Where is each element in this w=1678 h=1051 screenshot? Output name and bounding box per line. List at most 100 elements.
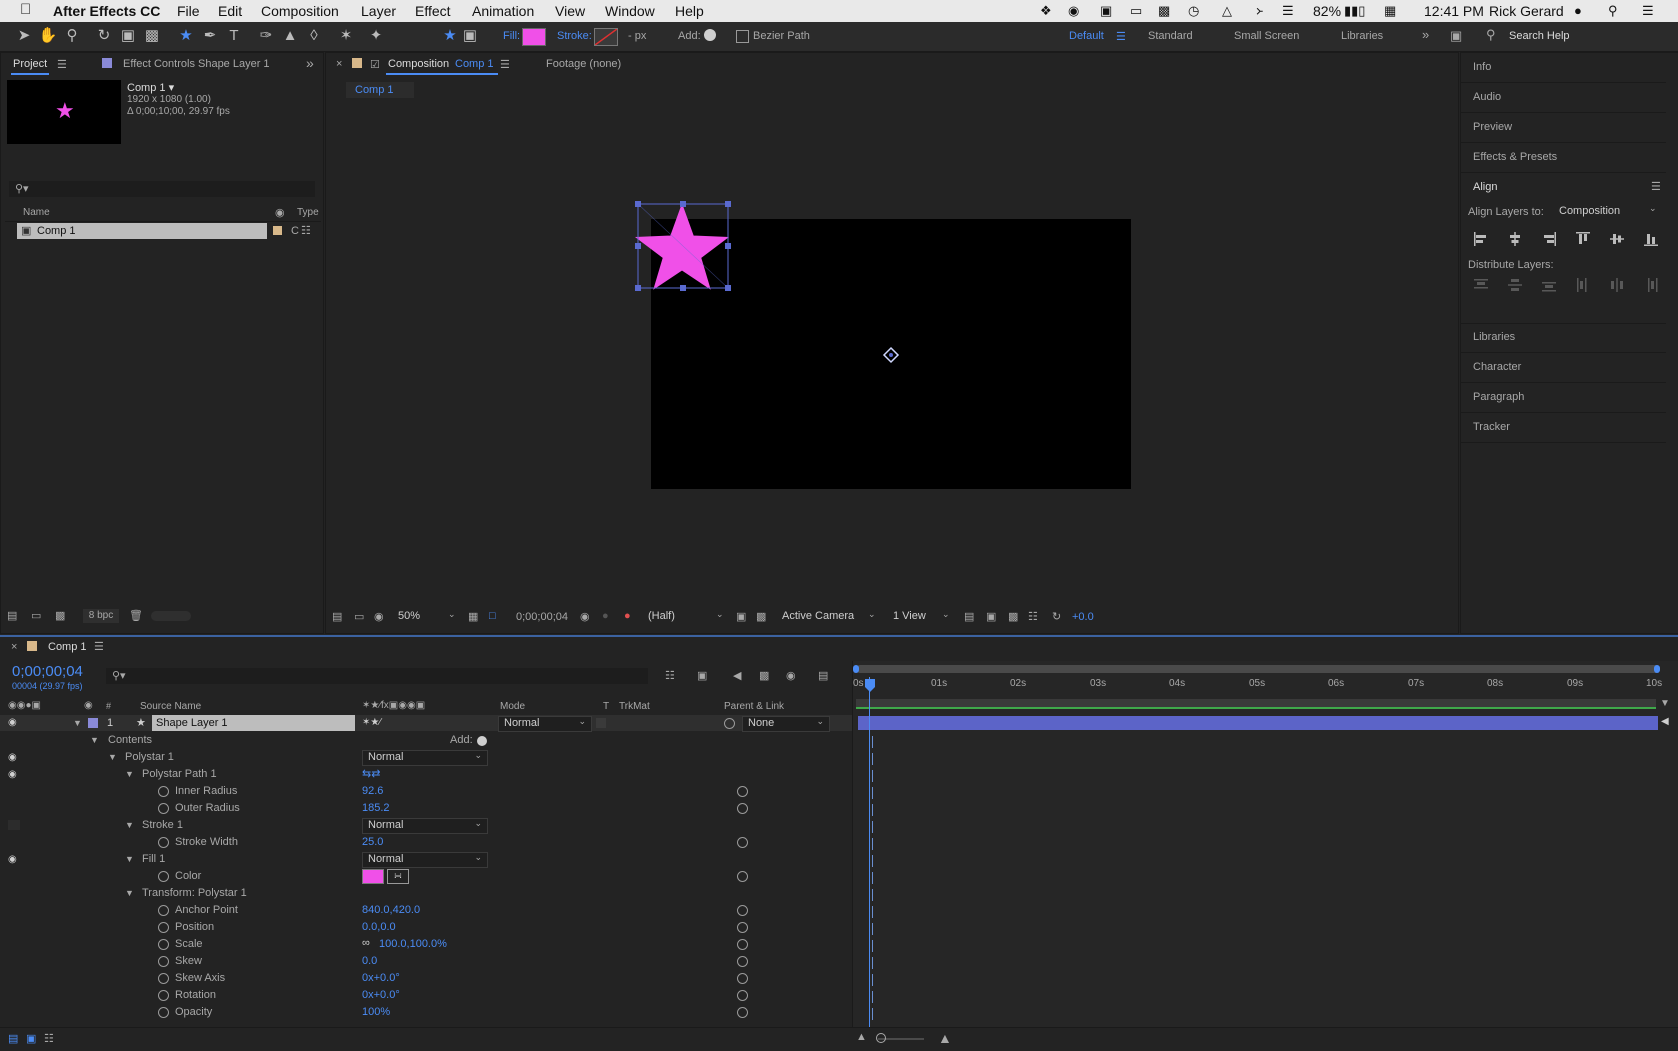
pickwhip-icon[interactable] xyxy=(737,803,748,814)
layer-number-header[interactable]: # xyxy=(106,701,111,711)
panel-menu-icon[interactable]: ☰ xyxy=(94,640,104,653)
zoom-dropdown[interactable]: 50% xyxy=(398,610,420,622)
menu-composition[interactable]: Composition xyxy=(261,3,339,19)
time-machine-icon[interactable]: ◷ xyxy=(1188,3,1199,19)
panel-preview[interactable]: Preview xyxy=(1461,113,1666,143)
menu-help[interactable]: Help xyxy=(675,3,704,19)
pickwhip-icon[interactable] xyxy=(737,922,748,933)
twirl-down-icon[interactable]: ▼ xyxy=(90,735,99,745)
layer-out-point-icon[interactable]: ◀ xyxy=(1661,716,1669,727)
chevron-down-icon[interactable]: ⌄ xyxy=(716,609,724,620)
add-content-button[interactable] xyxy=(477,736,487,746)
polystar-path-label[interactable]: Polystar Path 1 xyxy=(142,768,217,780)
timeline-icon[interactable]: ▩ xyxy=(1008,610,1018,623)
monitor-icon[interactable]: ▭ xyxy=(354,610,364,623)
workspace-overflow-icon[interactable]: » xyxy=(1422,27,1429,42)
view-layout-dropdown[interactable]: 1 View xyxy=(893,610,926,622)
skew-value[interactable]: 0.0 xyxy=(362,955,377,967)
transform-label[interactable]: Transform: Polystar 1 xyxy=(142,887,247,899)
fill-color-swatch[interactable] xyxy=(362,869,384,884)
time-zoom-slider-thumb[interactable] xyxy=(876,1033,886,1043)
dropbox-icon[interactable]: ❖ xyxy=(1040,3,1052,19)
tool-create-shape-icon[interactable]: ★ xyxy=(440,26,460,46)
transfer-controls-toggle-icon[interactable]: ▣ xyxy=(26,1032,36,1045)
time-navigator-start-handle[interactable] xyxy=(853,665,859,673)
region-of-interest-icon[interactable]: ▣ xyxy=(736,610,746,623)
menu-effect[interactable]: Effect xyxy=(415,3,451,19)
toggle-pixel-aspect-icon[interactable]: ▤ xyxy=(964,610,974,623)
layer-switches-icon[interactable]: ✶★∕ xyxy=(362,717,381,728)
panel-libraries[interactable]: Libraries xyxy=(1461,323,1666,353)
column-source-name[interactable]: Source Name xyxy=(140,701,201,712)
graph-editor-icon[interactable]: ▤ xyxy=(818,669,828,682)
polystar-label[interactable]: Polystar 1 xyxy=(125,751,174,763)
stopwatch-icon[interactable] xyxy=(158,871,169,882)
pickwhip-icon[interactable] xyxy=(737,1007,748,1018)
motion-blur-icon[interactable]: ◉ xyxy=(786,669,796,682)
menu-view[interactable]: View xyxy=(555,3,585,19)
align-top-icon[interactable] xyxy=(1575,231,1591,247)
workspace-small-screen[interactable]: Small Screen xyxy=(1234,30,1299,42)
eye-icon[interactable]: ◉ xyxy=(8,769,17,780)
puppet-pin-tool-icon[interactable]: ✦ xyxy=(366,26,386,46)
snapshot-icon[interactable]: ◉ xyxy=(580,610,590,623)
shy-layers-icon[interactable]: ◀ xyxy=(733,669,741,682)
in-out-toggle-icon[interactable]: ☷ xyxy=(44,1032,54,1045)
layer-name-field[interactable]: Shape Layer 1 xyxy=(152,715,355,731)
stopwatch-icon[interactable] xyxy=(158,939,169,950)
work-area-end-icon[interactable]: ▼ xyxy=(1660,698,1670,709)
workspace-standard[interactable]: Standard xyxy=(1148,30,1193,42)
inner-radius-value[interactable]: 92.6 xyxy=(362,785,383,797)
workspace-default[interactable]: Default xyxy=(1069,30,1104,42)
trash-icon[interactable]: 🗑 xyxy=(129,609,143,622)
frame-blending-icon[interactable]: ▩ xyxy=(759,669,769,682)
grid-guide-icon[interactable]: ▦ xyxy=(468,610,478,623)
twirl-down-icon[interactable]: ▼ xyxy=(73,718,82,728)
notification-center-icon[interactable]: ☰ xyxy=(1642,3,1654,19)
menu-file[interactable]: File xyxy=(177,3,200,19)
display-icon[interactable]: ▭ xyxy=(1130,3,1142,19)
align-bottom-icon[interactable] xyxy=(1643,231,1659,247)
panel-info[interactable]: Info xyxy=(1461,53,1666,83)
panel-menu-icon[interactable]: ☰ xyxy=(1651,180,1661,193)
layer-row[interactable]: ◉ ▼ 1 ★ Shape Layer 1 ✶★∕ Normal ⌄ None … xyxy=(0,715,852,732)
polystar-blend-dropdown[interactable]: Normal ⌄ xyxy=(362,750,488,766)
vr-icon[interactable]: ◉ xyxy=(374,610,384,623)
path-direction-icon[interactable]: ⇆⇄ xyxy=(362,767,380,780)
time-navigator-end-handle[interactable] xyxy=(1654,665,1660,673)
transparency-grid-icon[interactable]: ▩ xyxy=(756,610,766,623)
twirl-down-icon[interactable]: ▼ xyxy=(125,769,134,779)
close-tab-icon[interactable]: × xyxy=(11,641,17,653)
wifi-icon[interactable]: ☰ xyxy=(1282,3,1294,19)
show-snapshot-icon[interactable]: ● xyxy=(602,610,609,622)
distribute-right-icon[interactable] xyxy=(1643,277,1659,293)
pickwhip-icon[interactable] xyxy=(737,786,748,797)
workspace-libraries[interactable]: Libraries xyxy=(1341,30,1383,42)
always-preview-icon[interactable]: ▤ xyxy=(332,610,342,623)
align-title[interactable]: Align xyxy=(1473,181,1497,193)
rotate-tool-icon[interactable]: ↻ xyxy=(94,26,114,46)
stopwatch-icon[interactable] xyxy=(158,956,169,967)
bezier-path-checkbox[interactable] xyxy=(736,30,749,43)
distribute-vertical-center-icon[interactable] xyxy=(1507,277,1523,293)
new-folder-icon[interactable]: ▭ xyxy=(31,609,41,622)
skew-axis-value[interactable]: 0x+0.0° xyxy=(362,972,400,984)
app-menu[interactable]: After Effects CC xyxy=(53,3,160,19)
visibility-off-box[interactable] xyxy=(8,820,20,830)
bluetooth-icon[interactable]: ᚛ xyxy=(1256,3,1263,19)
mask-path-visibility-icon[interactable]: □ xyxy=(489,610,496,622)
selection-tool-icon[interactable]: ➤ xyxy=(14,26,34,46)
panel-menu-icon[interactable]: ☰ xyxy=(57,58,67,71)
pickwhip-icon[interactable] xyxy=(737,905,748,916)
panel-effects-presets[interactable]: Effects & Presets xyxy=(1461,143,1666,173)
switches-icon[interactable]: ✶★∕fx▣◉◉▣ xyxy=(362,700,425,711)
panel-paragraph[interactable]: Paragraph xyxy=(1461,383,1666,413)
tool-create-mask-icon[interactable]: ▣ xyxy=(460,26,480,46)
tab-effect-controls[interactable]: Effect Controls Shape Layer 1 xyxy=(123,58,270,70)
stopwatch-icon[interactable] xyxy=(158,786,169,797)
pen-tool-icon[interactable]: ✒ xyxy=(200,26,220,46)
stopwatch-icon[interactable] xyxy=(158,990,169,1001)
clone-stamp-tool-icon[interactable]: ▲ xyxy=(280,26,300,46)
fill-swatch[interactable] xyxy=(522,28,546,46)
eyedropper-icon[interactable]: ∺ xyxy=(387,869,409,884)
